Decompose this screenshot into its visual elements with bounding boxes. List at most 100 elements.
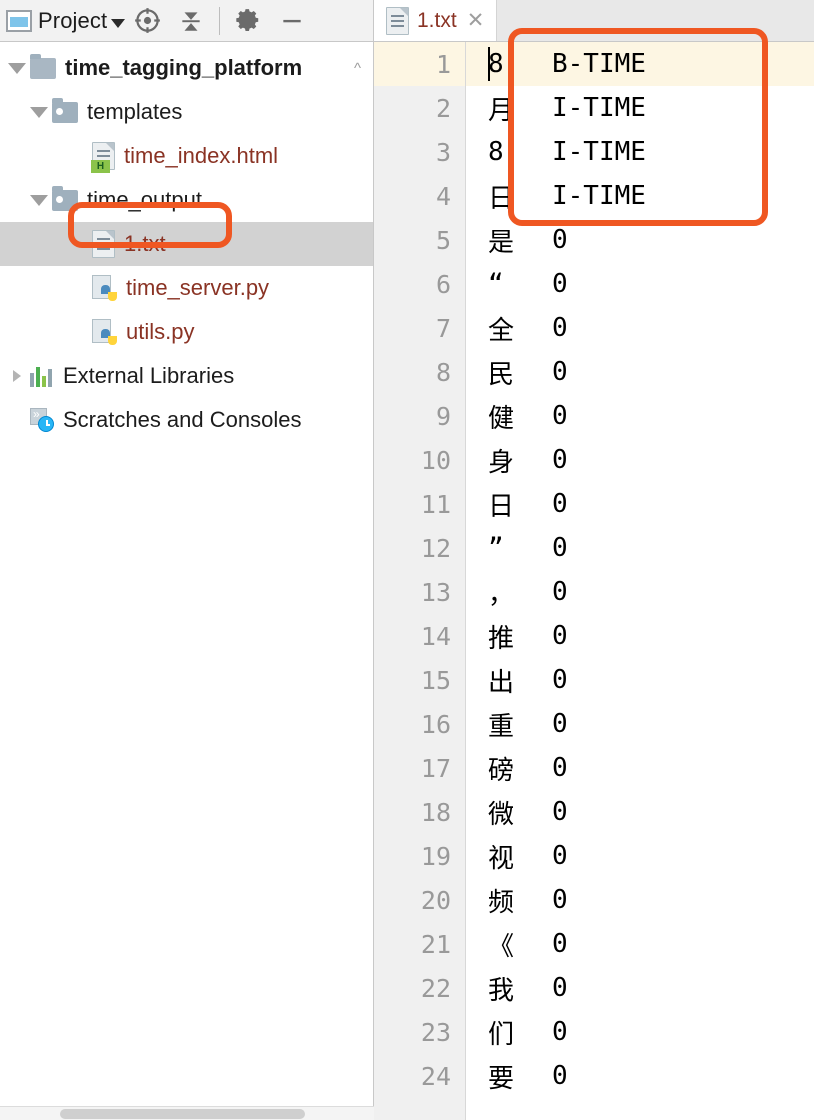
tree-item-1-txt[interactable]: 1.txt [0,222,373,266]
line-number: 16 [420,709,451,739]
code-line[interactable]: 我0 [466,966,814,1010]
line-number: 7 [435,313,451,343]
code-line[interactable]: 微0 [466,790,814,834]
token-tag: 0 [552,885,568,915]
tree-item-time_server-py[interactable]: time_server.py [0,266,373,310]
token-char: ， [488,579,515,610]
token-tag: B-TIME [552,49,646,79]
token-char: 要 [488,1063,515,1094]
code-line[interactable]: 们0 [466,1010,814,1054]
editor-area: 1.txt ✕ 1 2 3 4 5 6 7 8 9 10 11 12 13 14… [374,0,814,1120]
chevron-down-icon[interactable] [111,18,126,28]
code-line[interactable]: 要0 [466,1054,814,1098]
token-char: 频 [488,887,515,918]
line-number: 5 [435,225,451,255]
line-number: 2 [435,93,451,123]
tree-item-label: templates [87,99,183,124]
tree-item-label: time_tagging_platform [65,55,303,80]
line-number: 14 [420,621,451,651]
settings-button[interactable] [226,1,270,41]
code-line[interactable]: 健0 [466,394,814,438]
code-line[interactable]: 出0 [466,658,814,702]
code-line[interactable]: 8 I-TIME [466,130,814,174]
code-line[interactable]: 是0 [466,218,814,262]
tab-1-txt[interactable]: 1.txt ✕ [374,0,498,41]
token-tag: I-TIME [552,93,646,123]
token-char: 身 [488,447,515,478]
collapse-all-button[interactable] [169,1,213,41]
sidebar-horizontal-scrollbar[interactable] [0,1106,374,1120]
code-line[interactable]: ， 0 [466,570,814,614]
code-line[interactable]: ” 0 [466,526,814,570]
sidebar-vertical-scrollbar[interactable] [365,42,373,1106]
ide-window: Project time_tagging_platform ^ template… [0,0,814,1120]
code-line[interactable]: 重0 [466,702,814,746]
tree-collapse-hint[interactable]: ^ [354,60,361,77]
token-char: ” [488,533,504,563]
folder-icon [52,97,78,123]
library-icon [30,365,54,387]
code-line[interactable]: 民0 [466,350,814,394]
token-tag: 0 [552,269,568,299]
token-char: 推 [488,623,515,654]
twisty-collapsed-icon[interactable] [4,370,30,382]
code-line[interactable]: 身0 [466,438,814,482]
tree-item-scratches-and-consoles[interactable]: Scratches and Consoles [0,398,373,442]
line-number: 19 [420,841,451,871]
tree-item-time_output[interactable]: time_output [0,178,373,222]
line-number: 6 [435,269,451,299]
twisty-expanded-icon[interactable] [26,106,52,118]
line-number: 3 [435,137,451,167]
project-panel-icon[interactable] [6,9,32,32]
line-number: 24 [420,1061,451,1091]
scrollbar-thumb[interactable] [60,1109,305,1119]
token-tag: 0 [552,621,568,651]
code-line[interactable]: 频0 [466,878,814,922]
tree-item-time_tagging_platform[interactable]: time_tagging_platform ^ [0,46,373,90]
code-content[interactable]: 8 B-TIME 月 I-TIME 8 I-TIME 日 I-TIME 是0 “0 全0… [466,42,814,1120]
line-number: 1 [374,42,465,86]
token-char: 们 [488,1019,515,1050]
tree-item-utils-py[interactable]: utils.py [0,310,373,354]
project-toolbar: Project [0,0,373,42]
scratches-icon [30,407,54,432]
folder-icon [52,185,78,211]
twisty-expanded-icon[interactable] [26,194,52,206]
token-char: 出 [488,667,515,698]
tree-item-label: time_output [87,187,202,212]
line-number: 12 [420,533,451,563]
token-char: 是 [488,227,515,258]
line-number: 23 [420,1017,451,1047]
code-line[interactable]: 推0 [466,614,814,658]
twisty-expanded-icon[interactable] [4,62,30,74]
code-line[interactable]: 日 I-TIME [466,174,814,218]
code-line[interactable]: “0 [466,262,814,306]
minimize-button[interactable] [270,1,314,41]
locate-file-button[interactable] [125,1,169,41]
code-line[interactable]: 全0 [466,306,814,350]
code-line[interactable]: 视0 [466,834,814,878]
token-tag: 0 [552,973,568,1003]
project-tree[interactable]: time_tagging_platform ^ templates H time… [0,42,373,1120]
code-line[interactable]: 《 0 [466,922,814,966]
line-number: 17 [420,753,451,783]
tree-item-label: time_server.py [126,275,270,300]
code-line[interactable]: 磅0 [466,746,814,790]
line-number: 21 [420,929,451,959]
tree-item-templates[interactable]: templates [0,90,373,134]
code-line[interactable]: 日0 [466,482,814,526]
token-tag: 0 [552,797,568,827]
tree-item-time_index-html[interactable]: H time_index.html [0,134,373,178]
token-tag: 0 [552,665,568,695]
close-icon[interactable]: ✕ [465,10,487,31]
line-number-gutter[interactable]: 1 2 3 4 5 6 7 8 9 10 11 12 13 14 15 16 1… [374,42,466,1120]
tree-item-external-libraries[interactable]: External Libraries [0,354,373,398]
token-tag: 0 [552,929,568,959]
tree-item-label: utils.py [126,319,195,344]
line-number: 15 [420,665,451,695]
line-number: 10 [420,445,451,475]
token-char: 微 [488,799,515,830]
code-line[interactable]: 8 B-TIME [466,42,814,86]
code-line[interactable]: 月 I-TIME [466,86,814,130]
token-tag: 0 [552,1061,568,1091]
